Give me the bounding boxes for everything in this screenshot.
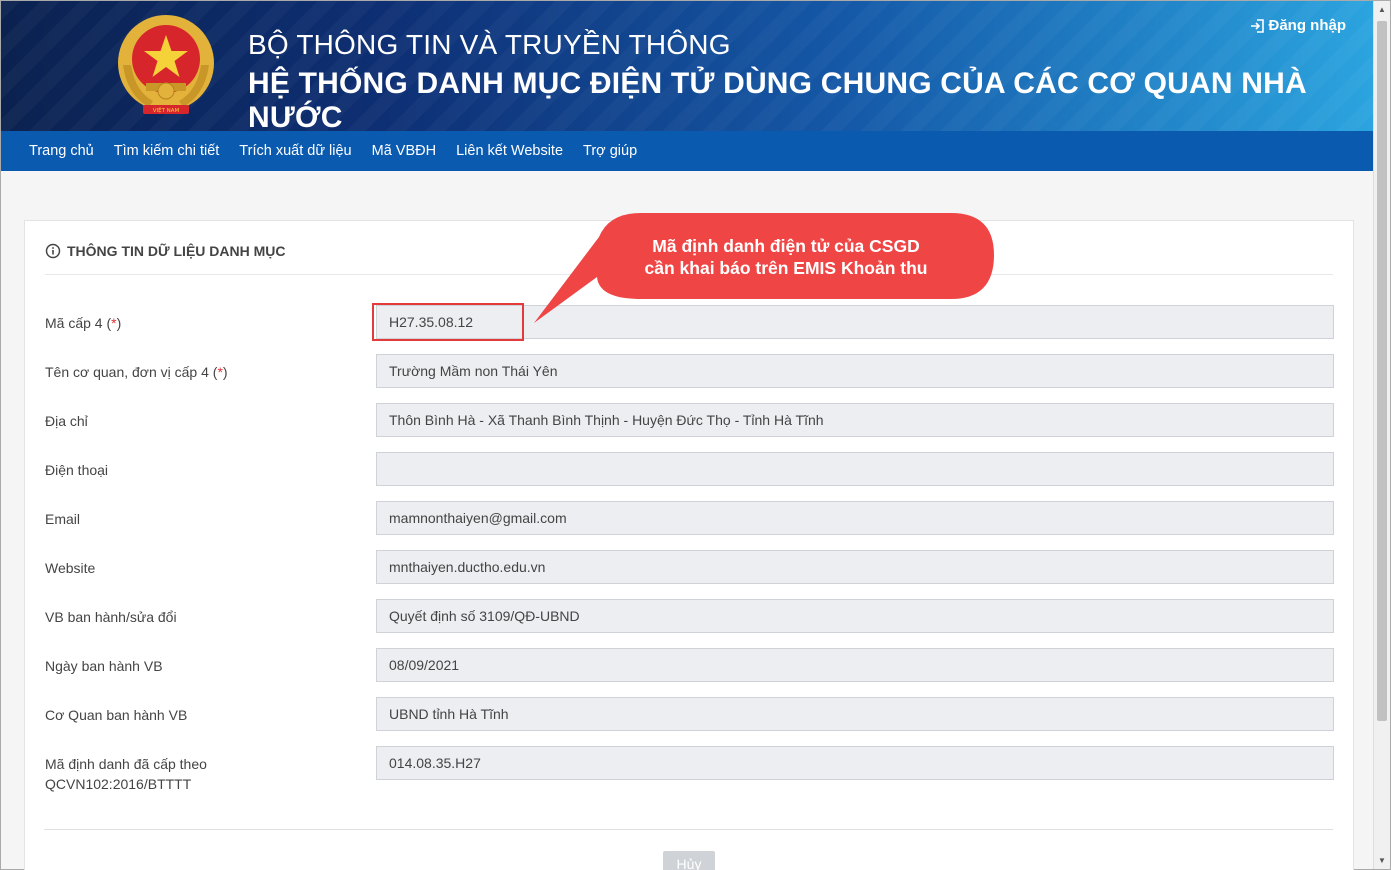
field-row-dia-chi: Địa chỉ Thôn Bình Hà - Xã Thanh Bình Thị…: [45, 403, 1335, 437]
system-title: HỆ THỐNG DANH MỤC ĐIỆN TỬ DÙNG CHUNG CỦA…: [248, 67, 1307, 131]
login-link[interactable]: Đăng nhập: [1249, 17, 1347, 34]
field-label: Cơ Quan ban hành VB: [45, 707, 188, 723]
nav-item-website-links[interactable]: Liên kết Website: [446, 143, 573, 159]
panel-title: THÔNG TIN DỮ LIỆU DANH MỤC: [67, 243, 286, 259]
field-row-ngay-ban-hanh: Ngày ban hành VB 08/09/2021: [45, 648, 1335, 682]
callout-text: Mã định danh điện tử của CSGD cần khai b…: [591, 235, 981, 279]
field-row-website: Website mnthaiyen.ductho.edu.vn: [45, 550, 1335, 584]
field-row-vb-ban-hanh: VB ban hành/sửa đổi Quyết định số 3109/Q…: [45, 599, 1335, 633]
callout-line-1: Mã định danh điện tử của CSGD: [652, 236, 920, 256]
info-icon: [45, 243, 61, 259]
panel-header: THÔNG TIN DỮ LIỆU DANH MỤC: [45, 243, 286, 259]
nav-item-vbdh-code[interactable]: Mã VBĐH: [362, 143, 446, 159]
dia-chi-field[interactable]: Thôn Bình Hà - Xã Thanh Bình Thịnh - Huy…: [376, 403, 1334, 437]
nav-item-data-export[interactable]: Trích xuất dữ liệu: [229, 143, 361, 159]
national-emblem-icon: VIỆT NAM: [118, 15, 214, 114]
main-nav: Trang chủ Tìm kiếm chi tiết Trích xuất d…: [1, 131, 1374, 171]
scroll-up-icon[interactable]: ▲: [1374, 1, 1390, 18]
ngay-ban-hanh-field[interactable]: 08/09/2021: [376, 648, 1334, 682]
site-header: VIỆT NAM BỘ THÔNG TIN VÀ TRUYỀN THÔNG HỆ…: [1, 1, 1374, 131]
field-label: Tên cơ quan, đơn vị cấp 4 (*): [45, 364, 228, 380]
email-field[interactable]: mamnonthaiyen@gmail.com: [376, 501, 1334, 535]
emblem-banner-text: VIỆT NAM: [153, 106, 180, 114]
field-row-ma-dinh-danh-cu: Mã định danh đã cấp theo QCVN102:2016/BT…: [45, 746, 1335, 792]
nav-item-advanced-search[interactable]: Tìm kiếm chi tiết: [104, 143, 230, 159]
cancel-button[interactable]: Hủy: [663, 851, 715, 870]
co-quan-ban-hanh-field[interactable]: UBND tỉnh Hà Tĩnh: [376, 697, 1334, 731]
field-label: Website: [45, 560, 96, 576]
required-mark: *: [217, 364, 223, 380]
field-label: Mã cấp 4 (*): [45, 315, 122, 331]
ministry-title: BỘ THÔNG TIN VÀ TRUYỀN THÔNG: [248, 29, 731, 60]
field-label: Ngày ban hành VB: [45, 658, 163, 674]
field-row-ten-co-quan: Tên cơ quan, đơn vị cấp 4 (*) Trường Mầm…: [45, 354, 1335, 388]
divider: [44, 829, 1333, 830]
vb-ban-hanh-field[interactable]: Quyết định số 3109/QĐ-UBND: [376, 599, 1334, 633]
ma-dinh-danh-cu-field[interactable]: 014.08.35.H27: [376, 746, 1334, 780]
vertical-scrollbar[interactable]: ▲ ▼: [1373, 1, 1390, 869]
field-label: Địa chỉ: [45, 413, 88, 429]
field-label: Email: [45, 511, 81, 527]
field-row-dien-thoai: Điện thoại: [45, 452, 1335, 486]
scroll-down-icon[interactable]: ▼: [1374, 852, 1390, 869]
callout-line-2: cần khai báo trên EMIS Khoản thu: [644, 258, 928, 278]
dien-thoai-field[interactable]: [376, 452, 1334, 486]
ten-co-quan-field[interactable]: Trường Mầm non Thái Yên: [376, 354, 1334, 388]
scrollbar-thumb[interactable]: [1377, 21, 1387, 721]
website-field[interactable]: mnthaiyen.ductho.edu.vn: [376, 550, 1334, 584]
login-icon: [1250, 18, 1264, 33]
field-label: VB ban hành/sửa đổi: [45, 609, 177, 625]
field-row-email: Email mamnonthaiyen@gmail.com: [45, 501, 1335, 535]
nav-item-help[interactable]: Trợ giúp: [573, 143, 647, 159]
field-label: Điện thoại: [45, 462, 109, 478]
nav-item-home[interactable]: Trang chủ: [19, 143, 104, 159]
login-label: Đăng nhập: [1268, 17, 1347, 34]
field-row-co-quan-ban-hanh: Cơ Quan ban hành VB UBND tỉnh Hà Tĩnh: [45, 697, 1335, 731]
required-mark: *: [111, 315, 117, 331]
field-label: Mã định danh đã cấp theo QCVN102:2016/BT…: [45, 756, 207, 792]
